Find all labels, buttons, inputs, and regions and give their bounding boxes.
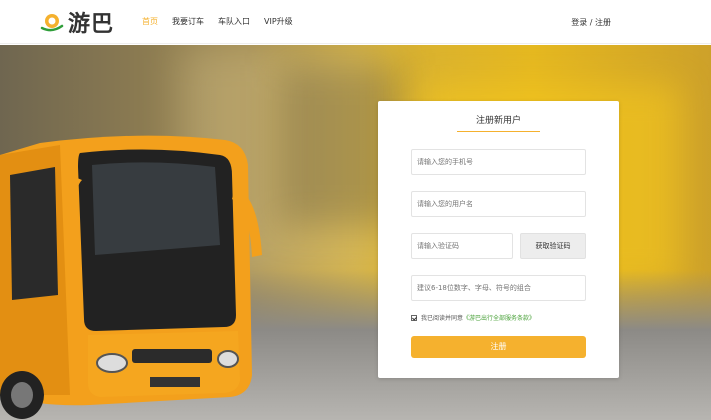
username-input[interactable] <box>411 191 586 217</box>
register-card: 注册新用户 获取验证码 我已阅读并同意 《游巴出行全部服务条款》 注册 <box>378 101 619 378</box>
auth-links: 登录 / 注册 <box>571 17 611 28</box>
nav-item-vip-upgrade[interactable]: VIP升级 <box>264 16 293 27</box>
agree-text: 我已阅读并同意 <box>421 315 464 322</box>
agree-checkbox[interactable] <box>411 314 417 321</box>
register-link[interactable]: 注册 <box>595 18 611 27</box>
logo[interactable]: 游巴 <box>40 7 132 37</box>
logo-mark-icon <box>40 14 64 32</box>
nav-item-fleet-entry[interactable]: 车队入口 <box>218 16 250 27</box>
get-code-button[interactable]: 获取验证码 <box>520 233 586 259</box>
terms-agreement: 我已阅读并同意 《游巴出行全部服务条款》 <box>411 313 535 322</box>
verification-code-input[interactable] <box>411 233 513 259</box>
auth-separator: / <box>587 18 595 27</box>
bus-image <box>0 135 262 419</box>
logo-text: 游巴 <box>68 12 115 37</box>
nav-item-book-bus[interactable]: 我要订车 <box>172 16 204 27</box>
password-input[interactable] <box>411 275 586 301</box>
main-nav: 首页 我要订车 车队入口 VIP升级 <box>142 16 293 27</box>
top-header: 游巴 首页 我要订车 车队入口 VIP升级 登录 / 注册 <box>0 0 711 44</box>
login-link[interactable]: 登录 <box>571 18 587 27</box>
register-button[interactable]: 注册 <box>411 336 586 358</box>
terms-link[interactable]: 《游巴出行全部服务条款》 <box>463 313 535 322</box>
phone-input[interactable] <box>411 149 586 175</box>
form-title: 注册新用户 <box>475 116 521 126</box>
nav-item-home[interactable]: 首页 <box>142 16 158 27</box>
title-underline <box>457 131 540 132</box>
